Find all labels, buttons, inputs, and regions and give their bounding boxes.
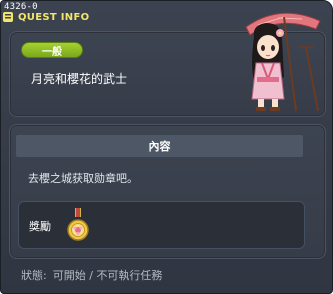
npc-portrait [245, 12, 321, 112]
quest-info-window: 4326-0 QUEST INFO 一般 月亮和櫻花的武士 內容 去櫻之城获取勋… [0, 0, 333, 294]
title-bar[interactable]: QUEST INFO [2, 11, 89, 23]
quest-description: 去櫻之城获取勋章吧。 [28, 172, 138, 185]
window-title: QUEST INFO [18, 11, 90, 23]
status-value: 可開始 / 不可執行任務 [52, 269, 163, 282]
quest-status: 狀態: 可開始 / 不可執行任務 [21, 267, 162, 283]
quest-type-badge: 一般 [21, 42, 83, 58]
reward-box [18, 201, 305, 249]
medal-icon[interactable] [67, 208, 89, 244]
quest-info-icon [3, 12, 13, 22]
status-label: 狀態: [21, 269, 47, 282]
reward-label: 獎勵 [29, 220, 51, 233]
quest-name: 月亮和櫻花的武士 [31, 72, 128, 86]
content-header: 內容 [16, 135, 303, 157]
